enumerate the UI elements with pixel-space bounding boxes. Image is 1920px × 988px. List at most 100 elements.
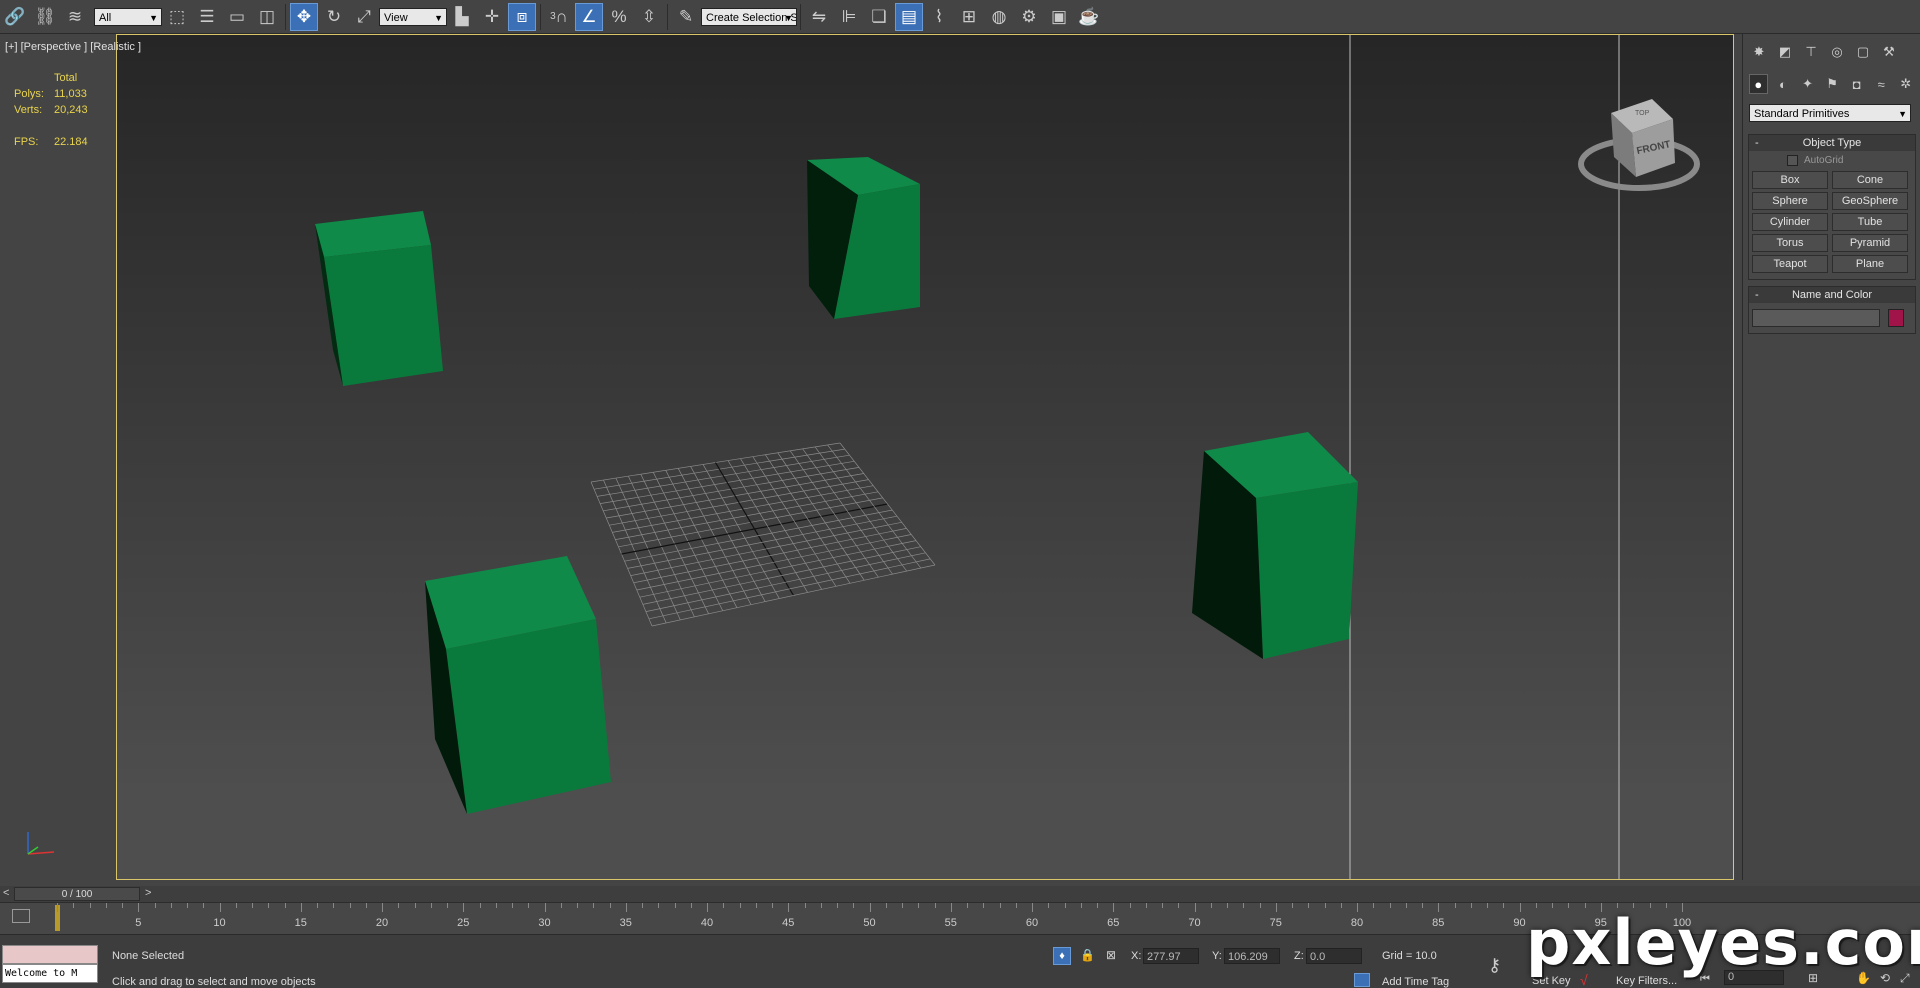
reference-coordinate-dropdown[interactable]: View ▼ bbox=[379, 7, 447, 26]
maxscript-listener[interactable]: Welcome to M bbox=[2, 945, 98, 985]
track-tick bbox=[349, 903, 351, 908]
rendered-frame-window-icon[interactable]: ▣ bbox=[1045, 3, 1073, 31]
spinner-snap-icon[interactable]: ⇳ bbox=[635, 3, 663, 31]
sphere-button[interactable]: Sphere bbox=[1752, 192, 1828, 210]
viewport-label-menu[interactable]: [+] [Perspective ] [Realistic ] bbox=[5, 41, 141, 53]
green-box-1[interactable] bbox=[315, 211, 443, 386]
next-frame-button[interactable]: > bbox=[145, 887, 151, 899]
spacewarps-category-icon[interactable]: ≈ bbox=[1872, 74, 1891, 94]
edit-named-selection-icon[interactable]: ✎ bbox=[672, 3, 700, 31]
hierarchy-tab-icon[interactable]: ⊤ bbox=[1801, 42, 1821, 62]
align-icon[interactable]: ⊫ bbox=[835, 3, 863, 31]
rectangular-selection-icon[interactable]: ▭ bbox=[223, 3, 251, 31]
y-coord-field[interactable]: 106.209 bbox=[1224, 948, 1280, 964]
chevron-down-icon: ▼ bbox=[149, 12, 158, 23]
select-and-link-icon[interactable]: 🔗 bbox=[1, 3, 29, 31]
select-and-rotate-icon[interactable]: ↻ bbox=[320, 3, 348, 31]
object-color-swatch[interactable] bbox=[1888, 309, 1904, 327]
teapot-button[interactable]: Teapot bbox=[1752, 255, 1828, 273]
green-box-4[interactable] bbox=[425, 556, 611, 814]
graphite-ribbon-icon[interactable]: ▤ bbox=[895, 2, 923, 31]
object-name-field[interactable] bbox=[1752, 309, 1880, 327]
key-mode-icon[interactable]: ⚷ bbox=[1488, 955, 1501, 976]
angle-snap-icon[interactable]: ∠ bbox=[575, 2, 603, 31]
keyboard-shortcut-override-icon[interactable]: ⧈ bbox=[508, 2, 536, 31]
track-tick bbox=[1324, 903, 1326, 908]
select-and-move-icon[interactable]: ✥ bbox=[290, 2, 318, 31]
lights-category-icon[interactable]: ✦ bbox=[1798, 74, 1817, 94]
isolate-selection-icon[interactable]: ♦ bbox=[1053, 947, 1071, 965]
stats-polys-value: 11,033 bbox=[54, 88, 87, 100]
material-editor-icon[interactable]: ◍ bbox=[985, 3, 1013, 31]
green-box-2[interactable] bbox=[807, 157, 920, 319]
select-and-manipulate-icon[interactable]: ✛ bbox=[478, 3, 506, 31]
layer-manager-icon[interactable]: ❏ bbox=[865, 3, 893, 31]
object-type-header[interactable]: - Object Type bbox=[1749, 135, 1915, 151]
track-tick bbox=[983, 903, 985, 908]
primitive-category-value: Standard Primitives bbox=[1754, 108, 1850, 120]
track-tick-label: 30 bbox=[538, 917, 551, 929]
systems-category-icon[interactable]: ✲ bbox=[1896, 74, 1915, 94]
create-tab-icon[interactable]: ✸ bbox=[1749, 42, 1769, 62]
pyramid-button[interactable]: Pyramid bbox=[1832, 234, 1908, 252]
snaps-toggle-icon[interactable]: 3 ∩ bbox=[545, 3, 573, 31]
helpers-category-icon[interactable]: ◘ bbox=[1847, 74, 1866, 94]
tube-button[interactable]: Tube bbox=[1832, 213, 1908, 231]
modify-tab-icon[interactable]: ◩ bbox=[1775, 42, 1795, 62]
name-and-color-header[interactable]: - Name and Color bbox=[1749, 287, 1915, 303]
stats-fps-label: FPS: bbox=[14, 136, 39, 148]
render-setup-icon[interactable]: ⚙ bbox=[1015, 3, 1043, 31]
window-crossing-icon[interactable]: ◫ bbox=[253, 3, 281, 31]
plane-button[interactable]: Plane bbox=[1832, 255, 1908, 273]
viewcube[interactable]: TOP FRONT bbox=[1578, 99, 1700, 191]
x-coord-field[interactable]: 277.97 bbox=[1143, 948, 1199, 964]
perspective-viewport[interactable]: TOP FRONT bbox=[116, 34, 1734, 880]
maxscript-line[interactable]: Welcome to M bbox=[2, 964, 98, 983]
selection-lock-icon[interactable]: 🔒 bbox=[1080, 948, 1095, 962]
bind-to-space-warp-icon[interactable]: ≋ bbox=[61, 3, 89, 31]
autogrid-checkbox[interactable]: AutoGrid bbox=[1787, 155, 1915, 166]
box-button[interactable]: Box bbox=[1752, 171, 1828, 189]
mirror-icon[interactable]: ⇋ bbox=[805, 3, 833, 31]
unlink-selection-icon[interactable]: ⛓ bbox=[31, 3, 59, 31]
percent-snap-icon[interactable]: % bbox=[605, 3, 633, 31]
cone-button[interactable]: Cone bbox=[1832, 171, 1908, 189]
geosphere-button[interactable]: GeoSphere bbox=[1832, 192, 1908, 210]
shapes-category-icon[interactable]: ◐ bbox=[1774, 74, 1793, 94]
cameras-category-icon[interactable]: ⚑ bbox=[1823, 74, 1842, 94]
display-tab-icon[interactable]: ▢ bbox=[1853, 42, 1873, 62]
cylinder-button[interactable]: Cylinder bbox=[1752, 213, 1828, 231]
track-tick bbox=[382, 903, 383, 912]
geometry-category-icon[interactable]: ● bbox=[1749, 74, 1768, 94]
utilities-tab-icon[interactable]: ⚒ bbox=[1879, 42, 1899, 62]
track-tick bbox=[57, 903, 58, 912]
selection-filter-value: All bbox=[99, 11, 112, 24]
track-tick bbox=[1438, 903, 1440, 912]
render-production-icon[interactable]: ☕ bbox=[1075, 3, 1103, 31]
track-tick bbox=[1519, 903, 1521, 912]
track-tick bbox=[170, 903, 172, 908]
reference-coordinate-value: View bbox=[384, 11, 408, 24]
z-coord-field[interactable]: 0.0 bbox=[1306, 948, 1362, 964]
select-and-scale-icon[interactable]: ⤢ bbox=[350, 3, 378, 31]
torus-button[interactable]: Torus bbox=[1752, 234, 1828, 252]
named-selection-dropdown[interactable]: Create Selection Se ▼ bbox=[701, 7, 797, 26]
select-object-icon[interactable]: ⬚ bbox=[163, 3, 191, 31]
maxscript-macro-recorder[interactable] bbox=[2, 945, 98, 964]
track-tick bbox=[1048, 903, 1050, 908]
selection-filter-dropdown[interactable]: All ▼ bbox=[94, 7, 162, 26]
selection-status: None Selected bbox=[112, 950, 185, 962]
time-configuration-icon[interactable] bbox=[12, 909, 30, 923]
motion-tab-icon[interactable]: ◎ bbox=[1827, 42, 1847, 62]
select-by-name-icon[interactable]: ☰ bbox=[193, 3, 221, 31]
green-box-3[interactable] bbox=[1192, 432, 1358, 659]
add-time-tag-icon[interactable] bbox=[1354, 973, 1370, 987]
primitive-category-dropdown[interactable]: Standard Primitives ▼ bbox=[1749, 104, 1911, 122]
schematic-view-icon[interactable]: ⊞ bbox=[955, 3, 983, 31]
time-slider[interactable]: 0 / 100 bbox=[14, 887, 140, 901]
use-pivot-point-icon[interactable]: ▙ bbox=[448, 3, 476, 31]
add-time-tag-button[interactable]: Add Time Tag bbox=[1382, 976, 1449, 988]
curve-editor-icon[interactable]: ⌇ bbox=[925, 3, 953, 31]
prev-frame-button[interactable]: < bbox=[3, 887, 9, 899]
absolute-mode-icon[interactable]: ⊠ bbox=[1106, 948, 1116, 962]
